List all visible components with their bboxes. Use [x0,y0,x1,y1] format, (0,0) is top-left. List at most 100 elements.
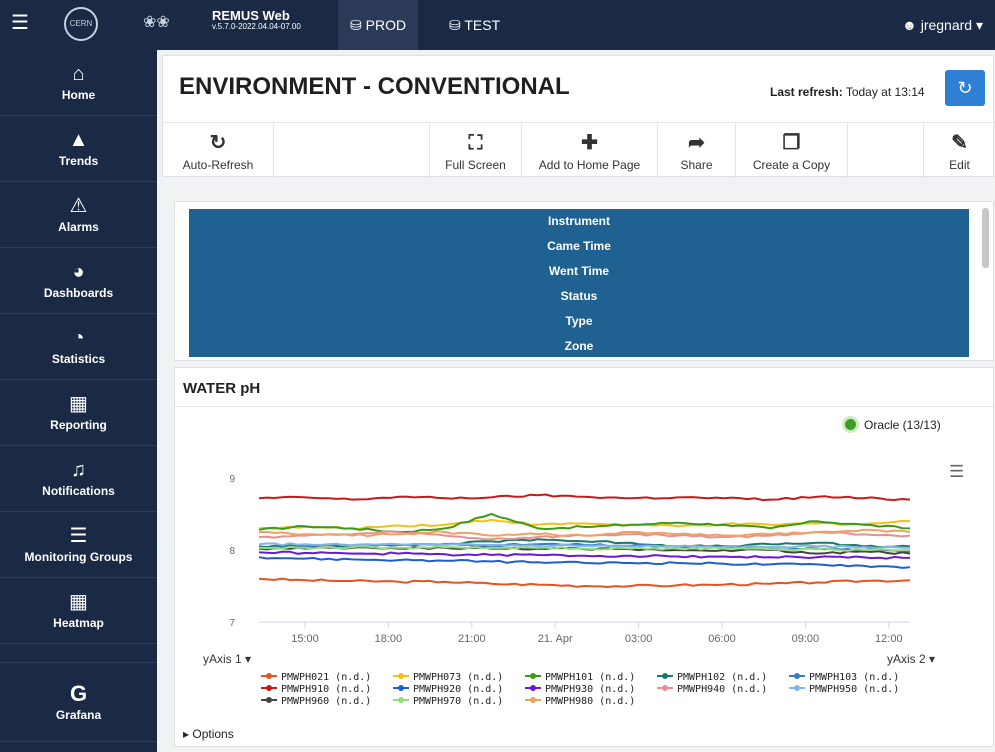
refresh-icon: ↻ [957,78,973,98]
legend-item[interactable]: PMWPH940 (n.d.) [657,683,767,695]
hamburger-menu-icon[interactable]: ☰ [11,13,29,33]
page-title: ENVIRONMENT - CONVENTIONAL [179,73,570,100]
legend-label: PMWPH930 (n.d.) [545,684,636,695]
auto-refresh-button[interactable]: ↻ Auto-Refresh [163,123,274,179]
column-header-came-time[interactable]: Came Time [189,234,969,259]
yaxis2-label: yAxis 2 [887,652,926,666]
sidebar-item-label: Trends [58,154,99,168]
sidebar-item-grafana[interactable]: G Grafana [0,662,157,742]
legend-item[interactable]: PMWPH930 (n.d.) [525,683,635,695]
full-screen-button[interactable]: ⛶ Full Screen [430,123,522,179]
edit-button[interactable]: ✎ Edit [924,123,995,179]
yaxis1-selector[interactable]: yAxis 1 ▾ [203,652,251,666]
sidebar-item-label: Monitoring Groups [24,550,133,564]
sidebar-item-label: Heatmap [53,616,104,630]
line-chart[interactable]: 7 8 9 15:00 18:00 21:00 21. Apr 03:00 06:00 09:00… [175,408,993,658]
legend-item[interactable]: PMWPH103 (n.d.) [789,671,899,683]
legend-item[interactable]: PMWPH910 (n.d.) [261,683,371,695]
chart-title: WATER pH [183,380,261,397]
caret-right-icon: ▸ [183,727,190,741]
list-icon: ☰ [69,525,88,547]
legend-label: PMWPH021 (n.d.) [281,672,372,683]
edit-label: Edit [949,158,970,172]
sidebar-item-heatmap[interactable]: ▦ Heatmap [0,578,157,644]
x-tick-label: 09:00 [792,633,820,645]
share-button[interactable]: ➦ Share [658,123,736,179]
sidebar-item-label: Reporting [50,418,107,432]
toolbar-spacer [848,123,924,179]
area-chart-icon: ▲ [68,129,89,151]
legend-label: PMWPH940 (n.d.) [677,684,768,695]
last-refresh-value: Today at 13:14 [845,85,925,99]
sidebar-item-monitoring-groups[interactable]: ☰ Monitoring Groups [0,512,157,578]
sidebar-item-trends[interactable]: ▲ Trends [0,116,157,182]
legend-item[interactable]: PMWPH980 (n.d.) [525,695,635,707]
sidebar-item-home[interactable]: ⌂ Home [0,50,157,116]
yaxis2-selector[interactable]: yAxis 2 ▾ [887,652,935,666]
legend-item[interactable]: PMWPH970 (n.d.) [393,695,503,707]
legend-item[interactable]: PMWPH021 (n.d.) [261,671,371,683]
legend-marker-icon [261,695,277,705]
sidebar-item-label: Home [61,88,96,102]
env-test-label: TEST [464,17,501,33]
grafana-icon: G [69,681,88,706]
env-test-tab[interactable]: ⛁ TEST [437,0,512,50]
options-toggle[interactable]: ▸ Options [183,727,234,741]
events-table-header: Instrument Came Time Went Time Status Ty… [189,209,969,357]
column-header-status[interactable]: Status [189,284,969,309]
refresh-button[interactable]: ↻ [945,70,985,106]
legend-marker-icon [261,683,277,693]
legend-marker-icon [789,671,805,681]
user-menu[interactable]: ☻ jregnard ▾ [902,0,983,50]
legend-marker-icon [657,671,673,681]
column-header-instrument[interactable]: Instrument [189,209,969,234]
cern-logo[interactable]: CERN [64,7,98,41]
app-version: v.5.7.0-2022.04.04-07.00 [212,22,301,31]
legend-label: PMWPH101 (n.d.) [545,672,636,683]
main-content: ENVIRONMENT - CONVENTIONAL Last refresh:… [162,55,995,752]
column-header-zone[interactable]: Zone [189,334,969,359]
home-icon: ⌂ [72,63,85,85]
legend-item[interactable]: PMWPH960 (n.d.) [261,695,371,707]
sidebar-item-reporting[interactable]: ▦ Reporting [0,380,157,446]
legend-label: PMWPH980 (n.d.) [545,696,636,707]
sidebar-item-label: Grafana [55,708,102,722]
legend-marker-icon [393,695,409,705]
env-prod-tab[interactable]: ⛁ PROD [338,0,419,50]
add-to-home-button[interactable]: ✚ Add to Home Page [522,123,658,179]
legend-item[interactable]: PMWPH101 (n.d.) [525,671,635,683]
x-tick-label: 21:00 [458,633,486,645]
user-name: jregnard [920,17,973,33]
sidebar-item-notifications[interactable]: ♫ Notifications [0,446,157,512]
legend-item[interactable]: PMWPH920 (n.d.) [393,683,503,695]
legend-marker-icon [789,683,805,693]
edit-icon: ✎ [951,132,968,154]
file-icon: ▦ [69,393,88,415]
legend-label: PMWPH103 (n.d.) [809,672,900,683]
legend-item[interactable]: PMWPH073 (n.d.) [393,671,503,683]
create-copy-button[interactable]: ❐ Create a Copy [736,123,848,179]
x-tick-label: 21. Apr [538,633,573,645]
legend-marker-icon [261,671,277,681]
options-label: Options [192,727,234,741]
scrollbar[interactable] [982,208,989,268]
chart-menu-icon[interactable]: ☰ [949,462,964,482]
sidebar-item-label: Dashboards [43,286,114,300]
full-screen-label: Full Screen [445,158,506,172]
sidebar-item-statistics[interactable]: ◔ Statistics [0,314,157,380]
column-header-went-time[interactable]: Went Time [189,259,969,284]
app-title: REMUS Web [212,8,290,23]
legend-marker-icon [525,695,541,705]
sidebar-item-label: Notifications [42,484,115,498]
sidebar-item-alarms[interactable]: ⚠ Alarms [0,182,157,248]
create-copy-label: Create a Copy [752,158,831,172]
events-table-card: Instrument Came Time Went Time Status Ty… [174,201,994,361]
warning-icon: ⚠ [69,195,88,217]
column-header-type[interactable]: Type [189,309,969,334]
legend-item[interactable]: PMWPH950 (n.d.) [789,683,899,695]
database-icon: ⛁ [449,17,461,33]
legend-label: PMWPH102 (n.d.) [677,672,768,683]
legend-item[interactable]: PMWPH102 (n.d.) [657,671,767,683]
legend-marker-icon [525,683,541,693]
sidebar-item-dashboards[interactable]: ◕ Dashboards [0,248,157,314]
